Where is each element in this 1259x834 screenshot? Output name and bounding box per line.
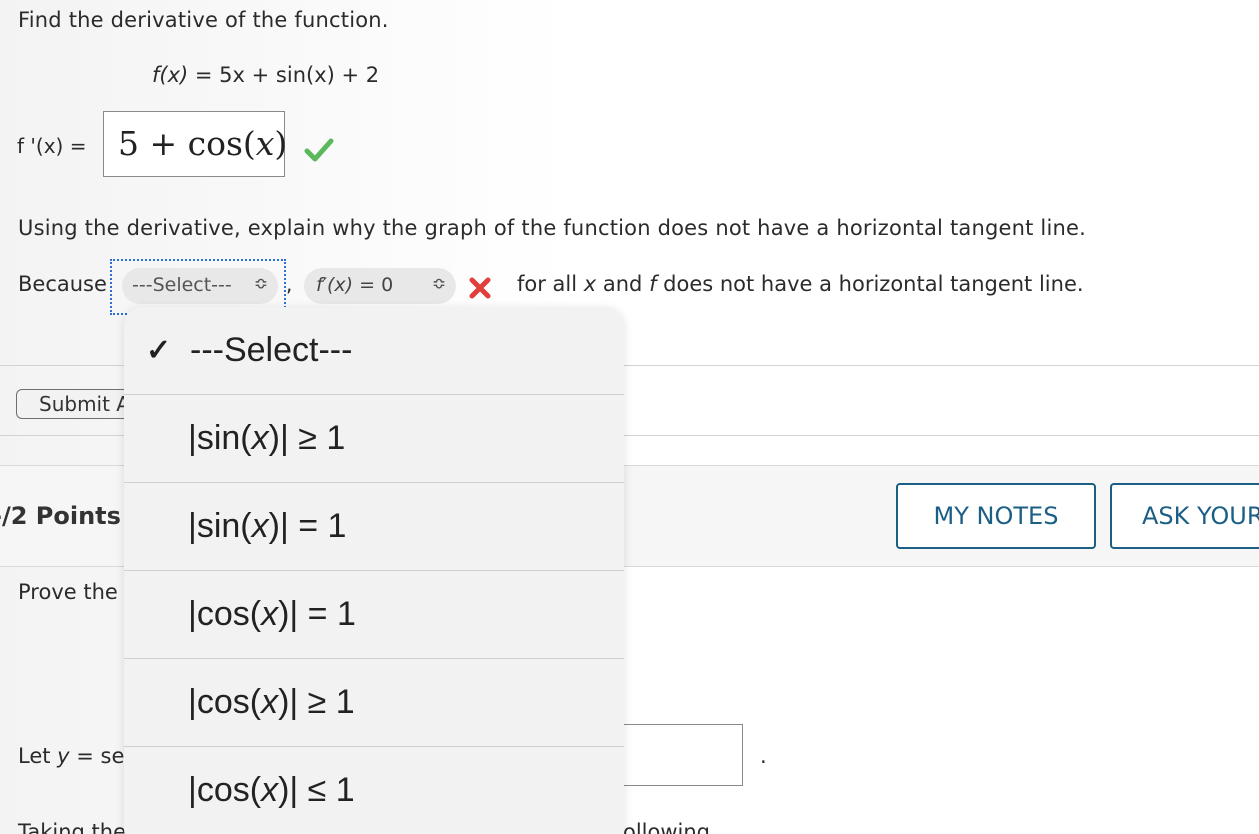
prove-prompt: Prove the <box>18 580 118 604</box>
explain-prompt: Using the derivative, explain why the gr… <box>18 216 1087 240</box>
let-statement: Let y = se <box>18 744 125 768</box>
assignment-page: Find the derivative of the function. f(x… <box>0 0 1259 834</box>
question-prompt: Find the derivative of the function. <box>18 8 389 32</box>
dropdown-option-cos-ge-1[interactable]: |cos(x)| ≥ 1 <box>124 659 624 747</box>
because-label: Because <box>18 272 107 296</box>
selected-check-icon: ✓ <box>146 334 172 367</box>
derivative-answer-value: 5 + cos(x) <box>118 124 288 163</box>
function-definition: f(x) = 5x + sin(x) + 2 <box>152 63 379 87</box>
my-notes-button[interactable]: MY NOTES <box>896 483 1096 549</box>
dropdown-option-cos-eq-1[interactable]: |cos(x)| = 1 <box>124 571 624 659</box>
points-label: -/2 Points <box>0 502 121 530</box>
function-name: f(x) <box>152 63 189 87</box>
ask-teacher-button[interactable]: ASK YOUR TEACHER <box>1110 483 1259 549</box>
incorrect-x-icon <box>469 277 491 299</box>
function-expression: = 5x + sin(x) + 2 <box>194 63 380 87</box>
taking-text: Taking the <box>18 820 126 834</box>
dropdown-option-sin-ge-1[interactable]: |sin(x)| ≥ 1 <box>124 395 624 483</box>
condition-select[interactable]: ---Select--- ≎ <box>122 268 278 304</box>
because-sentence-tail: for all x and f does not have a horizont… <box>517 272 1084 296</box>
derivative-answer-field[interactable]: 5 + cos(x) <box>103 111 288 177</box>
dropdown-option-sin-eq-1[interactable]: |sin(x)| = 1 <box>124 483 624 571</box>
comma-separator: , <box>286 272 293 296</box>
select-arrows-icon: ≎ <box>253 274 268 294</box>
derivative-condition-select[interactable]: f′(x) = 0 ≎ <box>304 268 456 304</box>
dropdown-option-cos-le-1[interactable]: |cos(x)| ≤ 1 <box>124 747 624 834</box>
condition-select-value: ---Select--- <box>132 274 232 296</box>
dropdown-option-select[interactable]: ✓ ---Select--- <box>124 307 624 395</box>
condition-dropdown-menu: ✓ ---Select--- |sin(x)| ≥ 1 |sin(x)| = 1… <box>124 307 624 834</box>
derivative-label: f '(x) = <box>17 134 87 158</box>
correct-check-icon <box>304 138 334 162</box>
select-arrows-icon: ≎ <box>431 274 446 294</box>
period: . <box>760 744 767 768</box>
